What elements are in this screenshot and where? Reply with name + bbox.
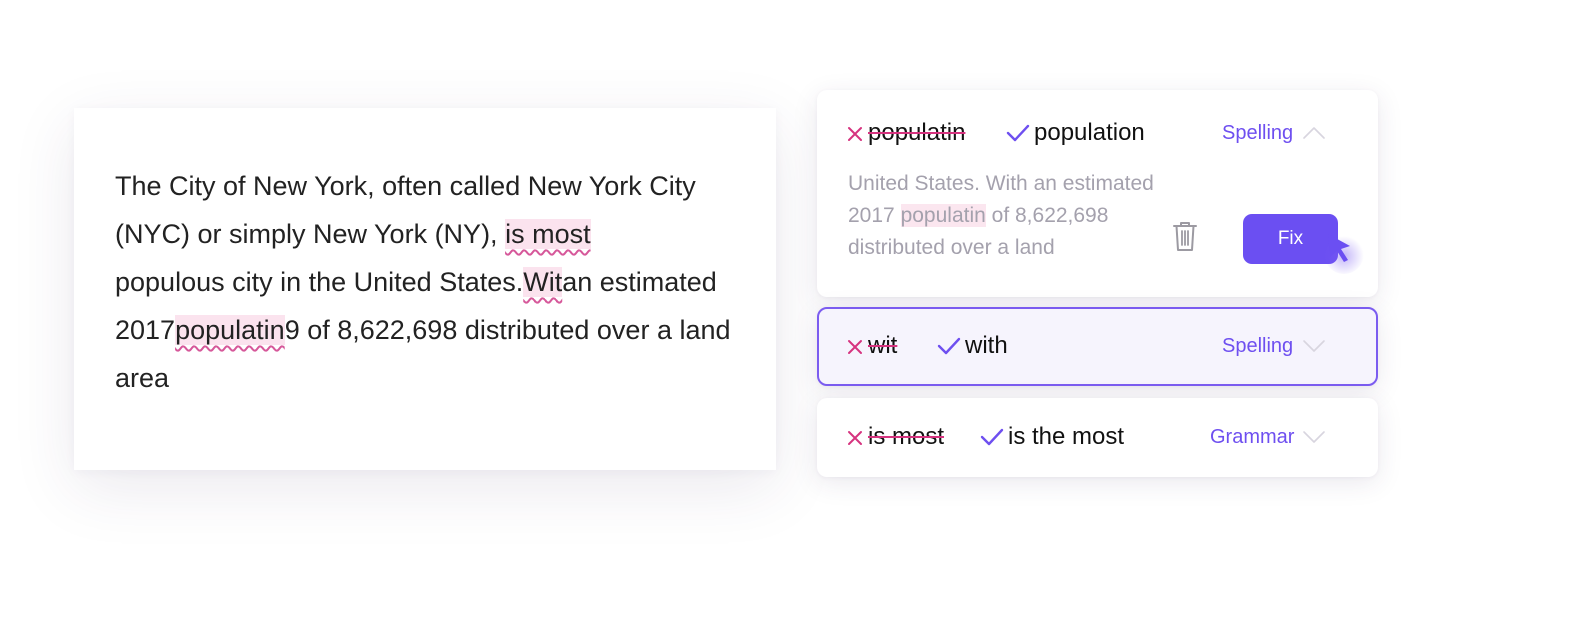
- close-icon: [848, 127, 862, 141]
- chevron-down-icon[interactable]: [1302, 430, 1326, 444]
- wrong-word: populatin: [868, 119, 966, 146]
- pointer-cursor-icon: [1324, 234, 1364, 274]
- suggestion-card-populatin[interactable]: populatin population Spelling United Sta…: [817, 90, 1378, 297]
- context-preview: United States. With an estimated 2017 po…: [848, 168, 1178, 264]
- suggestion-header[interactable]: is most is the most Grammar: [817, 422, 1378, 452]
- trash-icon[interactable]: [1172, 220, 1198, 252]
- category-label: Spelling: [1222, 335, 1294, 357]
- document-text-segment: populous city in the United States.: [115, 267, 524, 297]
- grammar-checker-view: The City of New York, often called New Y…: [0, 0, 1580, 640]
- suggestion-card-wit[interactable]: wit with Spelling: [817, 307, 1378, 386]
- suggestion-header[interactable]: wit with Spelling: [819, 331, 1376, 361]
- suggestion-card-is-most[interactable]: is most is the most Grammar: [817, 398, 1378, 477]
- check-icon: [937, 337, 961, 355]
- chevron-up-icon[interactable]: [1302, 126, 1326, 140]
- document-editor[interactable]: The City of New York, often called New Y…: [74, 108, 776, 470]
- document-text[interactable]: The City of New York, often called New Y…: [115, 162, 736, 402]
- grammar-error-highlight[interactable]: is most: [505, 219, 591, 249]
- spelling-error-highlight[interactable]: Wit: [523, 267, 563, 297]
- spelling-error-highlight[interactable]: populatin: [175, 315, 285, 345]
- chevron-down-icon[interactable]: [1302, 339, 1326, 353]
- close-icon: [848, 431, 862, 445]
- suggested-word: with: [965, 332, 1008, 359]
- wrong-word: wit: [868, 332, 898, 359]
- suggestion-header[interactable]: populatin population Spelling: [817, 118, 1378, 148]
- category-label: Grammar: [1210, 426, 1295, 448]
- close-icon: [848, 340, 862, 354]
- category-label: Spelling: [1222, 122, 1294, 144]
- document-text-segment: The City of New York, often called New Y…: [115, 171, 696, 249]
- suggested-word: population: [1034, 119, 1145, 146]
- check-icon: [980, 428, 1004, 446]
- wrong-word: is most: [868, 423, 945, 450]
- preview-highlight: populatin: [900, 204, 986, 227]
- suggested-word: is the most: [1008, 423, 1125, 450]
- check-icon: [1006, 124, 1030, 142]
